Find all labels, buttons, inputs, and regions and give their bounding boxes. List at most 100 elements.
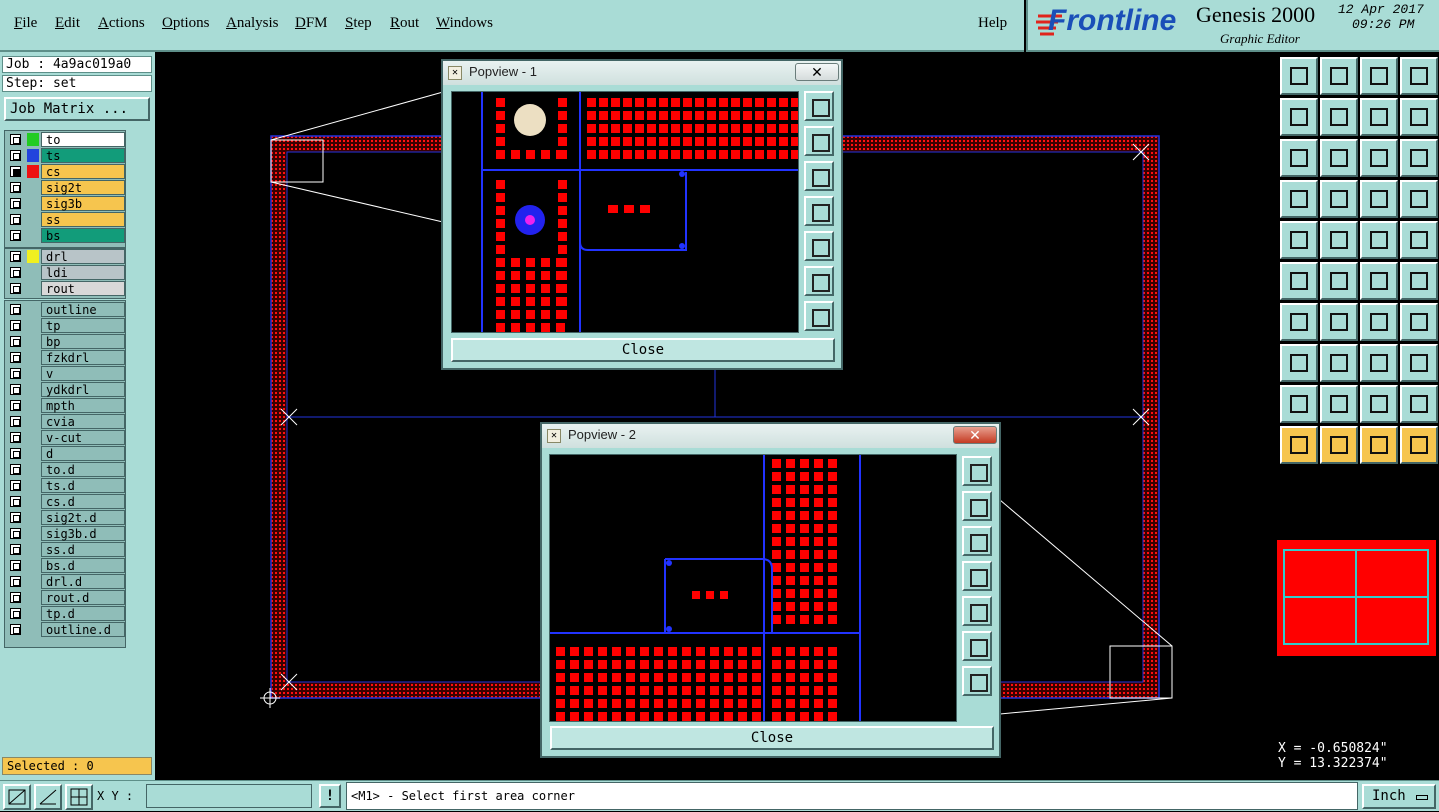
layer-name[interactable]: rout.d <box>41 590 125 605</box>
snap-icon[interactable] <box>1360 180 1398 218</box>
menu-step[interactable]: Step <box>345 15 372 32</box>
measure-icon[interactable] <box>34 784 62 810</box>
layer-row[interactable]: to <box>5 132 125 147</box>
move-up-icon[interactable] <box>1280 57 1318 95</box>
info-icon[interactable]: ! <box>319 784 341 808</box>
layer-name[interactable]: v-cut <box>41 430 125 445</box>
layer-checkbox[interactable] <box>10 368 21 379</box>
arrow-fwd-icon[interactable] <box>1400 385 1438 423</box>
popview-2-close-icon[interactable]: ✕ <box>953 426 997 444</box>
zoom-down-icon[interactable] <box>962 526 992 556</box>
layer-name[interactable]: ldi <box>41 265 125 280</box>
layer-row[interactable]: fzkdrl <box>5 350 125 365</box>
resize-icon[interactable] <box>1360 344 1398 382</box>
layer-row[interactable]: to.d <box>5 462 125 477</box>
layer-checkbox[interactable] <box>10 251 21 262</box>
route-icon[interactable] <box>1400 426 1438 464</box>
menu-rout[interactable]: Rout <box>390 15 419 32</box>
layer-name[interactable]: fzkdrl <box>41 350 125 365</box>
select-poly-icon[interactable] <box>1360 426 1398 464</box>
line-cut-icon[interactable] <box>1320 344 1358 382</box>
scale-icon[interactable] <box>1360 139 1398 177</box>
select-box-icon[interactable] <box>1320 426 1358 464</box>
pan-left-icon[interactable] <box>804 196 834 226</box>
layer-checkbox[interactable] <box>10 528 21 539</box>
menu-windows[interactable]: Windows <box>436 15 493 32</box>
layer-checkbox[interactable] <box>10 320 21 331</box>
layer-name[interactable]: outline <box>41 302 125 317</box>
layer-name[interactable]: cs.d <box>41 494 125 509</box>
ruler-icon[interactable] <box>1360 221 1398 259</box>
rotate-icon[interactable] <box>1360 303 1398 341</box>
popview-1-canvas[interactable] <box>451 91 799 333</box>
layer-row[interactable]: ss.d <box>5 542 125 557</box>
window-split-icon[interactable] <box>1400 57 1438 95</box>
pan-right-icon[interactable] <box>804 231 834 261</box>
layer-checkbox[interactable] <box>10 166 21 177</box>
layer-row[interactable]: sig3b <box>5 196 125 211</box>
layer-row[interactable]: ldi <box>5 265 125 280</box>
pan-right-icon[interactable] <box>962 596 992 626</box>
draw-icon[interactable] <box>1320 221 1358 259</box>
layer-color-swatch[interactable] <box>27 165 39 178</box>
layer-name[interactable]: to.d <box>41 462 125 477</box>
layer-checkbox[interactable] <box>10 384 21 395</box>
popview-1-close-icon[interactable]: ✕ <box>795 63 839 81</box>
layer-row[interactable]: outline.d <box>5 622 125 637</box>
layer-row[interactable]: ydkdrl <box>5 382 125 397</box>
arrow-up-icon[interactable] <box>1360 385 1398 423</box>
mirror-icon[interactable] <box>1400 303 1438 341</box>
tools-icon[interactable] <box>1280 180 1318 218</box>
arc-icon[interactable] <box>1320 303 1358 341</box>
popview-2-close-button[interactable]: Close <box>550 726 994 750</box>
layer-row[interactable]: ts.d <box>5 478 125 493</box>
zoom-up-icon[interactable] <box>804 126 834 156</box>
select-feature-icon[interactable] <box>1280 221 1318 259</box>
layer-row[interactable]: cvia <box>5 414 125 429</box>
menu-actions[interactable]: Actions <box>98 15 145 32</box>
zoom-in-icon[interactable] <box>962 631 992 661</box>
triangle-icon[interactable] <box>1280 385 1318 423</box>
layer-row[interactable]: bp <box>5 334 125 349</box>
layer-checkbox[interactable] <box>10 592 21 603</box>
layer-name[interactable]: outline.d <box>41 622 125 637</box>
layer-color-swatch[interactable] <box>27 133 39 146</box>
layer-row[interactable]: cs.d <box>5 494 125 509</box>
layer-name[interactable]: ss <box>41 212 125 227</box>
move-down-icon[interactable] <box>1320 57 1358 95</box>
pointer-icon[interactable] <box>1280 426 1318 464</box>
layer-checkbox[interactable] <box>10 182 21 193</box>
layer-checkbox[interactable] <box>10 464 21 475</box>
layer-checkbox[interactable] <box>10 480 21 491</box>
job-matrix-button[interactable]: Job Matrix ... <box>4 97 150 121</box>
zoom-up-icon[interactable] <box>962 491 992 521</box>
layer-name[interactable]: sig3b.d <box>41 526 125 541</box>
pad-icon[interactable] <box>1400 221 1438 259</box>
layer-checkbox[interactable] <box>10 214 21 225</box>
pan-left-icon[interactable] <box>962 561 992 591</box>
layer-name[interactable]: bp <box>41 334 125 349</box>
layer-row[interactable]: drl.d <box>5 574 125 589</box>
zoom-down-icon[interactable] <box>804 161 834 191</box>
layer-row[interactable]: mpth <box>5 398 125 413</box>
layer-row[interactable]: sig2t.d <box>5 510 125 525</box>
layer-name[interactable]: sig3b <box>41 196 125 211</box>
layer-row[interactable]: bs <box>5 228 125 243</box>
layer-row[interactable]: drl <box>5 249 125 264</box>
layer-checkbox[interactable] <box>10 150 21 161</box>
help-icon[interactable] <box>1400 139 1438 177</box>
layer-name[interactable]: bs <box>41 228 125 243</box>
layer-name[interactable]: tp.d <box>41 606 125 621</box>
layer-checkbox[interactable] <box>10 512 21 523</box>
triangle-up-icon[interactable] <box>1320 385 1358 423</box>
delete-icon[interactable] <box>1320 262 1358 300</box>
layer-name[interactable]: tp <box>41 318 125 333</box>
home-icon[interactable] <box>1360 57 1398 95</box>
rotate-point-icon[interactable] <box>1400 262 1438 300</box>
layer-checkbox[interactable] <box>10 576 21 587</box>
overview-map[interactable] <box>1276 538 1437 658</box>
layer-checkbox[interactable] <box>10 496 21 507</box>
layer-name[interactable]: ts <box>41 148 125 163</box>
layer-row[interactable]: ss <box>5 212 125 227</box>
layer-checkbox[interactable] <box>10 560 21 571</box>
